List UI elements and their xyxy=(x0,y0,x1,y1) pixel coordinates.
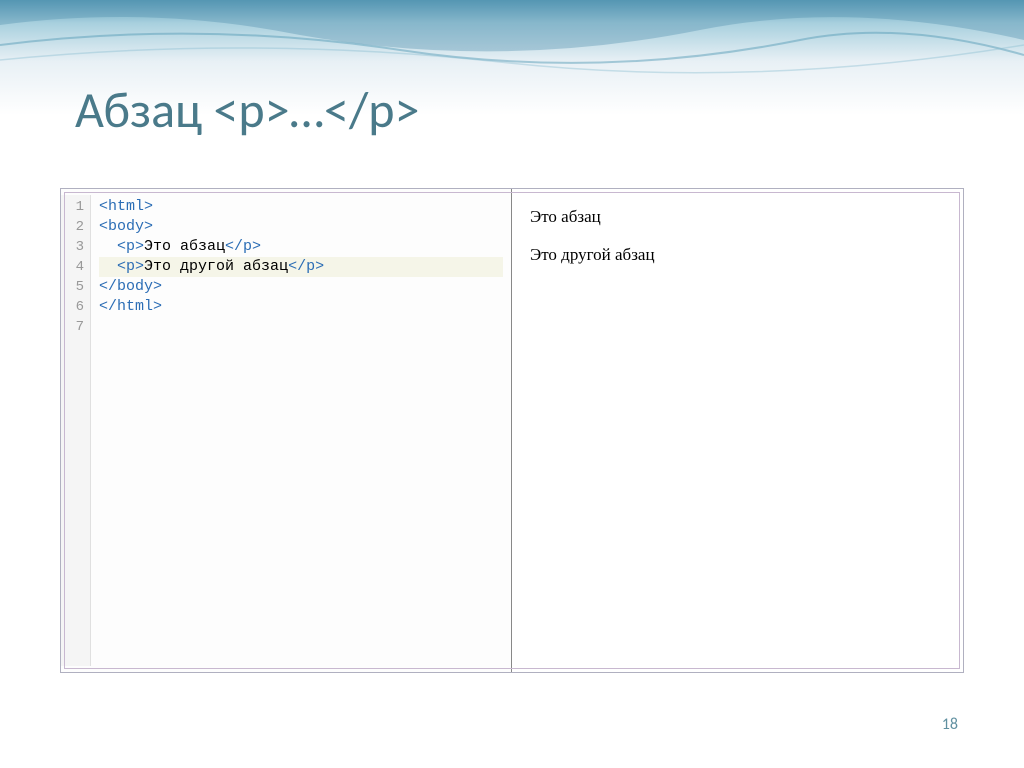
line-number: 3 xyxy=(61,237,84,257)
preview-panel: Это абзац Это другой абзац xyxy=(512,189,963,672)
line-number-gutter: 1 2 3 4 5 6 7 xyxy=(61,195,91,666)
code-line: <body> xyxy=(99,217,503,237)
line-number: 6 xyxy=(61,297,84,317)
code-content: <html> <body> <p>Это абзац</p> <p>Это др… xyxy=(91,195,511,666)
line-number: 2 xyxy=(61,217,84,237)
code-line: </body> xyxy=(99,277,503,297)
code-line-active: <p>Это другой абзац</p> xyxy=(99,257,503,277)
slide-title: Абзац <p>…</p> xyxy=(75,80,419,141)
code-line: <p>Это абзац</p> xyxy=(99,237,503,257)
code-line-empty xyxy=(99,317,503,337)
preview-paragraph: Это другой абзац xyxy=(530,245,945,265)
content-frame: 1 2 3 4 5 6 7 <html> <body> <p>Это абзац… xyxy=(60,188,964,673)
line-number: 4 xyxy=(61,257,84,277)
line-number: 1 xyxy=(61,197,84,217)
code-editor-panel: 1 2 3 4 5 6 7 <html> <body> <p>Это абзац… xyxy=(61,189,512,672)
line-number: 7 xyxy=(61,317,84,337)
code-line: <html> xyxy=(99,197,503,217)
code-line: </html> xyxy=(99,297,503,317)
preview-paragraph: Это абзац xyxy=(530,207,945,227)
page-number: 18 xyxy=(942,715,958,734)
line-number: 5 xyxy=(61,277,84,297)
